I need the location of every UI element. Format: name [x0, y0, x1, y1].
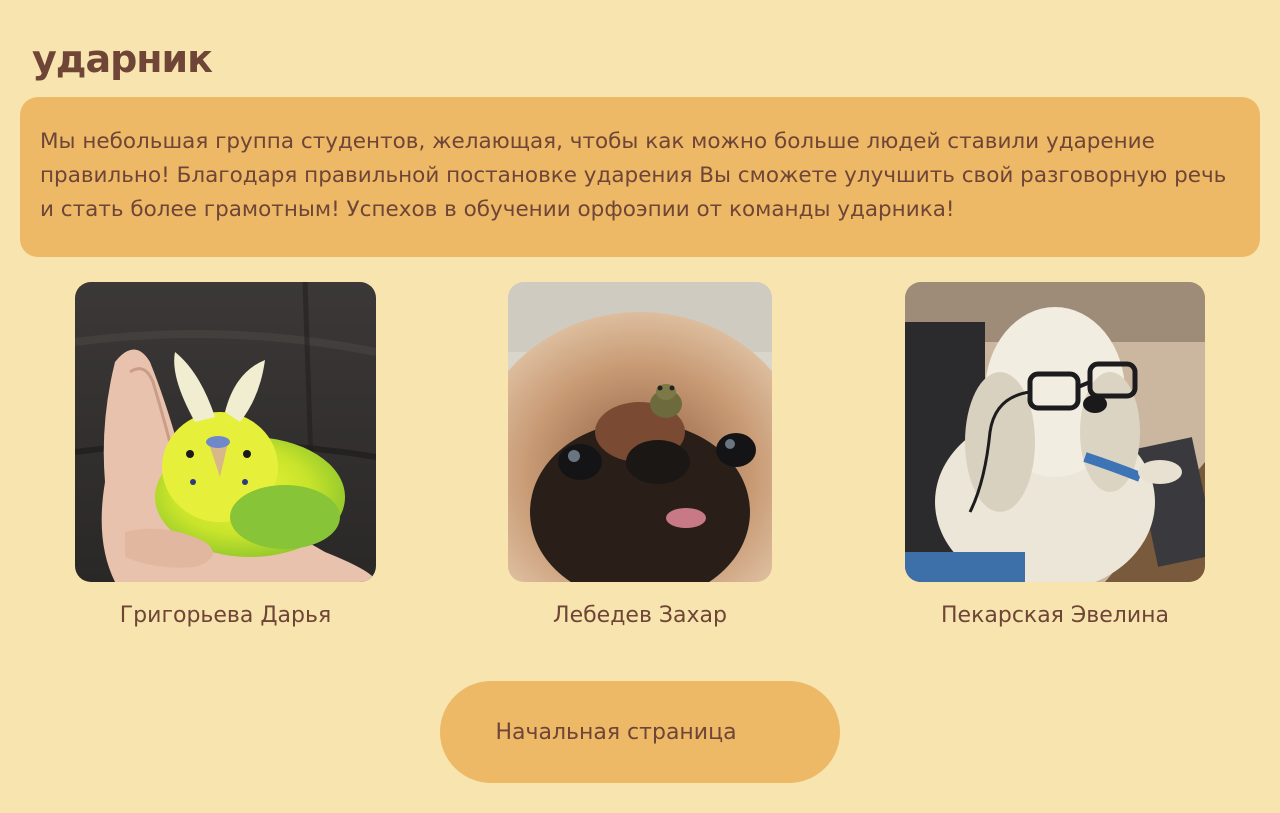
member-name: Пекарская Эвелина — [941, 603, 1169, 628]
intro-text: Мы небольшая группа студентов, желающая,… — [40, 129, 1227, 222]
site-logo[interactable]: ударник — [32, 34, 213, 84]
member-photo-dog-glasses — [905, 282, 1205, 582]
team-member-card: Пекарская Эвелина — [905, 282, 1205, 632]
member-photo-budgie — [75, 282, 376, 582]
member-name: Григорьева Дарья — [119, 603, 332, 628]
member-photo-pekingese — [508, 282, 772, 582]
team-member-card: Лебедев Захар — [508, 282, 772, 632]
member-name: Лебедев Захар — [553, 603, 727, 628]
team-member-card: Григорьева Дарья — [75, 282, 376, 632]
home-page-button[interactable]: Начальная страница — [440, 681, 840, 783]
intro-panel: Мы небольшая группа студентов, желающая,… — [20, 97, 1260, 257]
team-section: Григорьева Дарья Лебедев Захар Пекарская… — [0, 282, 1280, 642]
